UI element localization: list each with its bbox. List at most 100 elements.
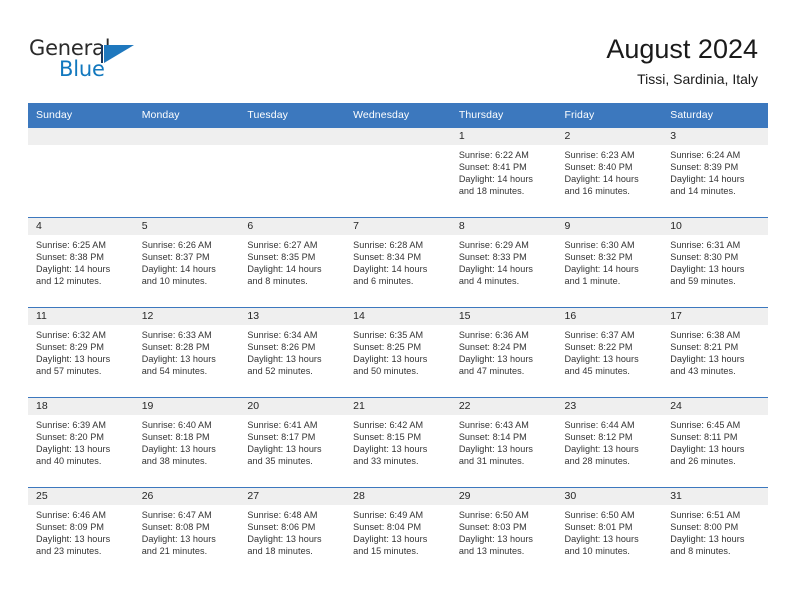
sunrise-text: Sunrise: 6:51 AM (670, 510, 741, 520)
daylight-text-line1: Daylight: 14 hours (564, 174, 639, 185)
daylight-text-line2: and 12 minutes. (36, 276, 102, 287)
calendar-day-cell[interactable]: 31 Sunrise: 6:51 AM Sunset: 8:00 PM Dayligh… (662, 487, 768, 578)
calendar-day-cell[interactable]: 16 Sunrise: 6:37 AM Sunset: 8:22 PM Dayligh… (556, 307, 663, 398)
sunrise-text: Sunrise: 6:50 AM (458, 510, 529, 520)
calendar-day-cell[interactable]: 20 Sunrise: 6:41 AM Sunset: 8:17 PM Dayligh… (239, 397, 346, 488)
daylight-text-line1: Daylight: 13 hours (458, 444, 534, 455)
day-sun-info: Sunrise: 6:26 AM Sunset: 8:37 PM Daylight:… (134, 235, 240, 287)
sunset-text: Sunset: 8:11 PM (670, 432, 738, 443)
sunset-text: Sunset: 8:04 PM (353, 522, 422, 533)
calendar-day-cell[interactable]: 28 Sunrise: 6:49 AM Sunset: 8:04 PM Dayligh… (345, 487, 451, 578)
calendar-day-cell[interactable]: 12 Sunrise: 6:33 AM Sunset: 8:28 PM Dayligh… (133, 307, 240, 398)
day-number: 10 (662, 218, 768, 235)
title-block: August 2024 Tissi, Sardinia, Italy (606, 32, 758, 89)
calendar-day-cell[interactable]: 18 Sunrise: 6:39 AM Sunset: 8:20 PM Dayligh… (28, 397, 134, 488)
calendar-day-cell[interactable]: 27 Sunrise: 6:48 AM Sunset: 8:06 PM Dayligh… (239, 487, 346, 578)
day-sun-info: Sunrise: 6:50 AM Sunset: 8:03 PM Daylight:… (451, 505, 557, 557)
day-sun-info: Sunrise: 6:43 AM Sunset: 8:14 PM Daylight:… (451, 415, 557, 467)
day-sun-info: Sunrise: 6:32 AM Sunset: 8:29 PM Daylight:… (28, 325, 134, 377)
day-sun-info: Sunrise: 6:44 AM Sunset: 8:12 PM Daylight:… (557, 415, 663, 467)
daylight-text-line2: and 33 minutes. (353, 456, 419, 467)
sunrise-text: Sunrise: 6:34 AM (247, 330, 318, 340)
daylight-text-line2: and 18 minutes. (247, 546, 313, 557)
daylight-text-line2: and 1 minute. (564, 276, 621, 287)
calendar-day-cell[interactable]: 29 Sunrise: 6:50 AM Sunset: 8:03 PM Dayligh… (450, 487, 557, 578)
sunset-text: Sunset: 8:30 PM (670, 252, 739, 263)
calendar-day-cell[interactable]: 2 Sunrise: 6:23 AM Sunset: 8:40 PM Daylight… (556, 127, 663, 218)
calendar-day-cell-empty (239, 127, 346, 218)
page-title: August 2024 (606, 34, 758, 64)
daylight-text-line2: and 18 minutes. (458, 186, 525, 197)
calendar-day-cell[interactable]: 7 Sunrise: 6:28 AM Sunset: 8:34 PM Daylight… (345, 217, 451, 308)
daylight-text-line1: Daylight: 13 hours (564, 444, 639, 455)
day-number (345, 128, 451, 145)
day-sun-info: Sunrise: 6:33 AM Sunset: 8:28 PM Daylight:… (134, 325, 240, 377)
calendar-day-cell[interactable]: 30 Sunrise: 6:50 AM Sunset: 8:01 PM Dayligh… (556, 487, 663, 578)
calendar-week-row: 25 Sunrise: 6:46 AM Sunset: 8:09 PM Dayligh… (28, 487, 768, 578)
sunrise-text: Sunrise: 6:45 AM (670, 420, 741, 430)
day-number: 28 (345, 488, 451, 505)
daylight-text-line1: Daylight: 13 hours (353, 534, 428, 545)
calendar-day-cell[interactable]: 8 Sunrise: 6:29 AM Sunset: 8:33 PM Daylight… (450, 217, 557, 308)
calendar-day-cell[interactable]: 10 Sunrise: 6:31 AM Sunset: 8:30 PM Dayligh… (662, 217, 768, 308)
calendar-day-cell[interactable]: 17 Sunrise: 6:38 AM Sunset: 8:21 PM Dayligh… (662, 307, 768, 398)
daylight-text-line2: and 26 minutes. (670, 456, 736, 467)
calendar-day-cell[interactable]: 13 Sunrise: 6:34 AM Sunset: 8:26 PM Dayligh… (239, 307, 346, 398)
calendar-day-cell[interactable]: 15 Sunrise: 6:36 AM Sunset: 8:24 PM Dayligh… (450, 307, 557, 398)
calendar-day-cell-empty (28, 127, 134, 218)
day-sun-info: Sunrise: 6:37 AM Sunset: 8:22 PM Daylight:… (557, 325, 663, 377)
calendar-page: General Blue August 2024 Tissi, Sardinia… (0, 0, 792, 612)
calendar-day-cell[interactable]: 19 Sunrise: 6:40 AM Sunset: 8:18 PM Dayligh… (133, 397, 240, 488)
sunrise-text: Sunrise: 6:44 AM (564, 420, 635, 430)
calendar-day-cell[interactable]: 23 Sunrise: 6:44 AM Sunset: 8:12 PM Dayligh… (556, 397, 663, 488)
calendar-day-cell[interactable]: 6 Sunrise: 6:27 AM Sunset: 8:35 PM Daylight… (239, 217, 346, 308)
day-number: 17 (662, 308, 768, 325)
day-number: 7 (345, 218, 451, 235)
daylight-text-line2: and 31 minutes. (458, 456, 525, 467)
calendar-day-cell[interactable]: 24 Sunrise: 6:45 AM Sunset: 8:11 PM Dayligh… (662, 397, 768, 488)
calendar-day-cell[interactable]: 9 Sunrise: 6:30 AM Sunset: 8:32 PM Daylight… (556, 217, 663, 308)
day-number (28, 128, 134, 145)
day-number: 1 (450, 128, 557, 145)
daylight-text-line2: and 21 minutes. (141, 546, 208, 557)
sunrise-text: Sunrise: 6:23 AM (564, 150, 635, 160)
daylight-text-line1: Daylight: 13 hours (670, 264, 745, 275)
day-number: 27 (239, 488, 346, 505)
day-number: 21 (345, 398, 451, 415)
daylight-text-line1: Daylight: 14 hours (36, 264, 111, 275)
calendar-day-cell[interactable]: 22 Sunrise: 6:43 AM Sunset: 8:14 PM Dayligh… (450, 397, 557, 488)
calendar-day-cell[interactable]: 21 Sunrise: 6:42 AM Sunset: 8:15 PM Dayligh… (345, 397, 451, 488)
sunset-text: Sunset: 8:03 PM (458, 522, 527, 533)
calendar-day-cell[interactable]: 26 Sunrise: 6:47 AM Sunset: 8:08 PM Dayligh… (133, 487, 240, 578)
sunset-text: Sunset: 8:22 PM (564, 342, 633, 353)
daylight-text-line1: Daylight: 14 hours (458, 264, 534, 275)
sunset-text: Sunset: 8:35 PM (247, 252, 316, 263)
daylight-text-line2: and 10 minutes. (141, 276, 208, 287)
logo-triangle-shape (104, 45, 134, 63)
day-number: 24 (662, 398, 768, 415)
daylight-text-line2: and 16 minutes. (564, 186, 630, 197)
calendar-day-cell[interactable]: 4 Sunrise: 6:25 AM Sunset: 8:38 PM Daylight… (28, 217, 134, 308)
day-number: 30 (556, 488, 663, 505)
calendar-day-cell[interactable]: 11 Sunrise: 6:32 AM Sunset: 8:29 PM Dayligh… (28, 307, 134, 398)
day-number: 14 (345, 308, 451, 325)
calendar-day-cell[interactable]: 5 Sunrise: 6:26 AM Sunset: 8:37 PM Daylight… (133, 217, 240, 308)
calendar-day-cell[interactable]: 1 Sunrise: 6:22 AM Sunset: 8:41 PM Daylight… (450, 127, 557, 218)
daylight-text-line1: Daylight: 13 hours (141, 354, 216, 365)
day-sun-info: Sunrise: 6:48 AM Sunset: 8:06 PM Daylight:… (239, 505, 345, 557)
day-sun-info: Sunrise: 6:35 AM Sunset: 8:25 PM Daylight:… (345, 325, 451, 377)
daylight-text-line1: Daylight: 13 hours (36, 444, 111, 455)
calendar-day-cell[interactable]: 3 Sunrise: 6:24 AM Sunset: 8:39 PM Daylight… (662, 127, 768, 218)
sunrise-text: Sunrise: 6:37 AM (564, 330, 635, 340)
day-sun-info: Sunrise: 6:25 AM Sunset: 8:38 PM Daylight:… (28, 235, 134, 287)
calendar-day-cell[interactable]: 14 Sunrise: 6:35 AM Sunset: 8:25 PM Dayligh… (345, 307, 451, 398)
brand-logo[interactable]: General Blue (29, 36, 229, 86)
sunset-text: Sunset: 8:32 PM (564, 252, 633, 263)
day-number: 18 (28, 398, 134, 415)
day-sun-info: Sunrise: 6:38 AM Sunset: 8:21 PM Daylight:… (662, 325, 768, 377)
sunrise-text: Sunrise: 6:36 AM (458, 330, 529, 340)
calendar-header-row: Sunday Monday Tuesday Wednesday Thursday… (28, 103, 768, 128)
day-sun-info: Sunrise: 6:46 AM Sunset: 8:09 PM Daylight:… (28, 505, 134, 557)
calendar-day-cell[interactable]: 25 Sunrise: 6:46 AM Sunset: 8:09 PM Dayligh… (28, 487, 134, 578)
day-number (239, 128, 346, 145)
